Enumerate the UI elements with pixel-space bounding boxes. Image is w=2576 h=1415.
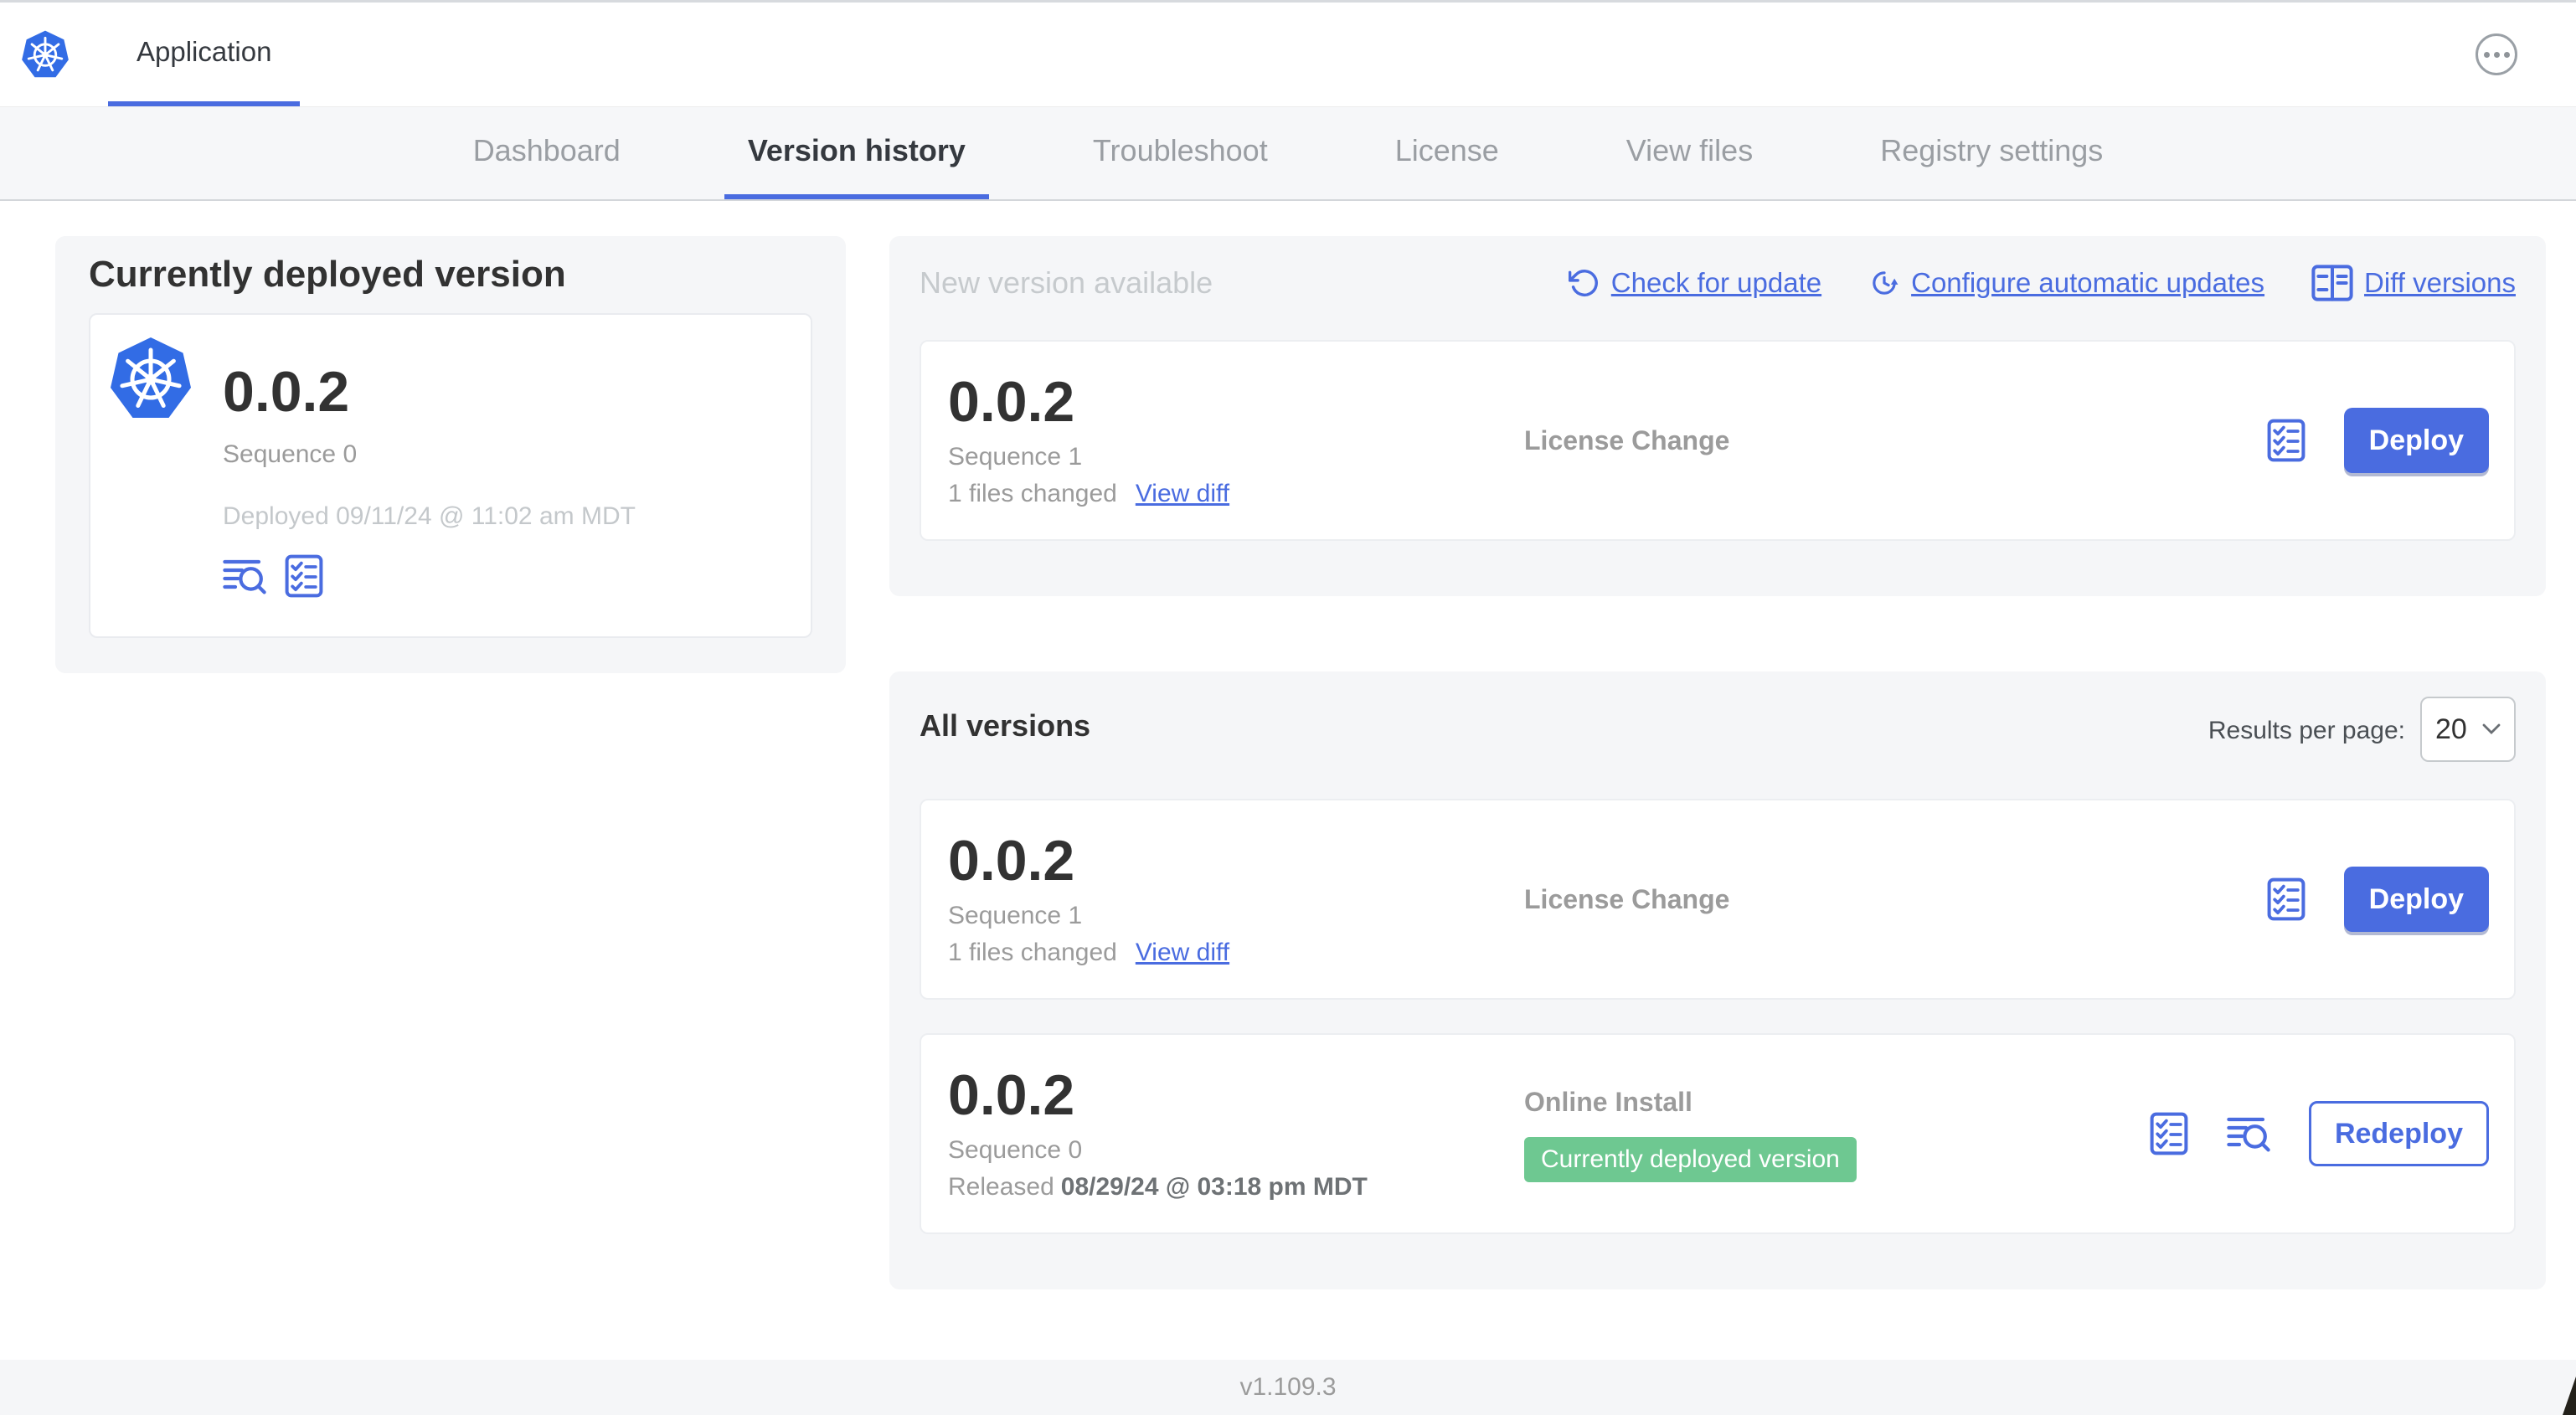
- currently-deployed-panel: Currently deployed version 0.0.2 Sequenc…: [55, 236, 846, 673]
- view-diff-link[interactable]: View diff: [1136, 936, 1229, 970]
- currently-deployed-badge: Currently deployed version: [1524, 1137, 1857, 1182]
- logs-icon: [223, 559, 266, 594]
- version-row: 0.0.2 Sequence 1 1 files changed View di…: [920, 799, 2516, 1000]
- logs-icon: [2227, 1117, 2270, 1152]
- preflight-checks-button[interactable]: [2150, 1112, 2188, 1155]
- preflight-checks-button[interactable]: [285, 554, 323, 598]
- tab-view-files[interactable]: View files: [1603, 107, 1776, 199]
- results-per-page-select[interactable]: 20: [2420, 697, 2516, 762]
- tab-troubleshoot[interactable]: Troubleshoot: [1069, 107, 1291, 199]
- version-source-label: Online Install: [1524, 1087, 1692, 1117]
- redeploy-button[interactable]: Redeploy: [2308, 1101, 2489, 1166]
- view-logs-button[interactable]: [2227, 1114, 2270, 1153]
- sequence-label: Sequence 1: [948, 443, 1083, 471]
- files-changed-label: 1 files changed: [948, 939, 1117, 966]
- view-logs-button[interactable]: [223, 557, 266, 595]
- tab-version-history[interactable]: Version history: [724, 107, 989, 199]
- ellipsis-icon: [2483, 51, 2490, 58]
- tab-license[interactable]: License: [1372, 107, 1522, 199]
- sequence-label: Sequence 0: [948, 1136, 1083, 1164]
- version-info: 0.0.2 Sequence 1 1 files changed View di…: [948, 829, 1524, 970]
- new-version-card: 0.0.2 Sequence 1 1 files changed View di…: [920, 340, 2516, 541]
- app-tab-application[interactable]: Application: [108, 3, 301, 106]
- version-row: 0.0.2 Sequence 0 Released 08/29/24 @ 03:1…: [920, 1033, 2516, 1234]
- released-timestamp: Released 08/29/24 @ 03:18 pm MDT: [948, 1173, 1368, 1201]
- header-menu-button[interactable]: [2476, 33, 2517, 75]
- checklist-icon: [2267, 877, 2306, 921]
- version-info: 0.0.2 Sequence 1 1 files changed View di…: [948, 370, 1524, 511]
- sequence-label: Sequence 1: [948, 902, 1083, 929]
- console-version-label: v1.109.3: [1239, 1373, 1337, 1401]
- tab-dashboard[interactable]: Dashboard: [450, 107, 644, 199]
- deploy-button[interactable]: Deploy: [2343, 867, 2489, 932]
- results-per-page-value: 20: [2435, 713, 2467, 745]
- header-spacer: [300, 3, 2476, 106]
- version-source-label: License Change: [1524, 425, 1730, 455]
- all-versions-panel: All versions Results per page: 20 0.0.2 …: [889, 671, 2546, 1289]
- new-version-title: New version available: [920, 265, 1213, 300]
- deployed-version-card: 0.0.2 Sequence 0 Deployed 09/11/24 @ 11:…: [89, 313, 812, 638]
- preflight-checks-button[interactable]: [2267, 419, 2306, 462]
- deployed-version-number: 0.0.2: [223, 360, 350, 424]
- version-info: 0.0.2 Sequence 0 Released 08/29/24 @ 03:1…: [948, 1063, 1524, 1204]
- app-subnav: Dashboard Version history Troubleshoot L…: [0, 107, 2576, 201]
- version-number: 0.0.2: [948, 370, 1075, 434]
- new-version-panel: New version available Check for update C…: [889, 236, 2546, 596]
- results-per-page-label: Results per page:: [2208, 717, 2405, 744]
- version-number: 0.0.2: [948, 829, 1075, 893]
- kubernetes-icon: [21, 30, 70, 79]
- version-number: 0.0.2: [948, 1063, 1075, 1127]
- new-version-header: New version available Check for update C…: [920, 265, 2516, 301]
- chevron-down-icon: [2482, 723, 2501, 734]
- files-changed-label: 1 files changed: [948, 480, 1117, 507]
- deployed-timestamp: Deployed 09/11/24 @ 11:02 am MDT: [223, 502, 636, 530]
- app-title: Application: [137, 36, 272, 67]
- version-history-page: Currently deployed version 0.0.2 Sequenc…: [0, 201, 2576, 1360]
- checklist-icon: [285, 554, 323, 598]
- checklist-icon: [2150, 1112, 2188, 1155]
- version-source-label: License Change: [1524, 884, 1730, 914]
- right-column: New version available Check for update C…: [889, 236, 2546, 1289]
- configure-automatic-updates-link[interactable]: Configure automatic updates: [1868, 267, 2264, 299]
- tab-registry-settings[interactable]: Registry settings: [1857, 107, 2126, 199]
- deploy-button[interactable]: Deploy: [2343, 408, 2489, 473]
- deployed-actions: [223, 554, 636, 598]
- app-header: Application: [0, 0, 2576, 107]
- currently-deployed-title: Currently deployed version: [89, 254, 566, 295]
- kubernetes-icon: [109, 337, 193, 420]
- check-for-update-link[interactable]: Check for update: [1568, 267, 1821, 299]
- all-versions-title: All versions: [920, 708, 1091, 743]
- deployed-sequence-label: Sequence 0: [223, 440, 358, 468]
- app-footer: v1.109.3: [0, 1360, 2576, 1415]
- diff-icon: [2311, 265, 2353, 301]
- checklist-icon: [2267, 419, 2306, 462]
- deployed-version-info: 0.0.2 Sequence 0 Deployed 09/11/24 @ 11:…: [223, 337, 636, 598]
- preflight-checks-button[interactable]: [2267, 877, 2306, 921]
- refresh-icon: [1568, 270, 1598, 296]
- diff-versions-link[interactable]: Diff versions: [2311, 265, 2516, 301]
- update-clock-icon: [1873, 271, 1899, 295]
- update-actions: Check for update Configure automatic upd…: [1568, 265, 2516, 301]
- view-diff-link[interactable]: View diff: [1136, 477, 1229, 511]
